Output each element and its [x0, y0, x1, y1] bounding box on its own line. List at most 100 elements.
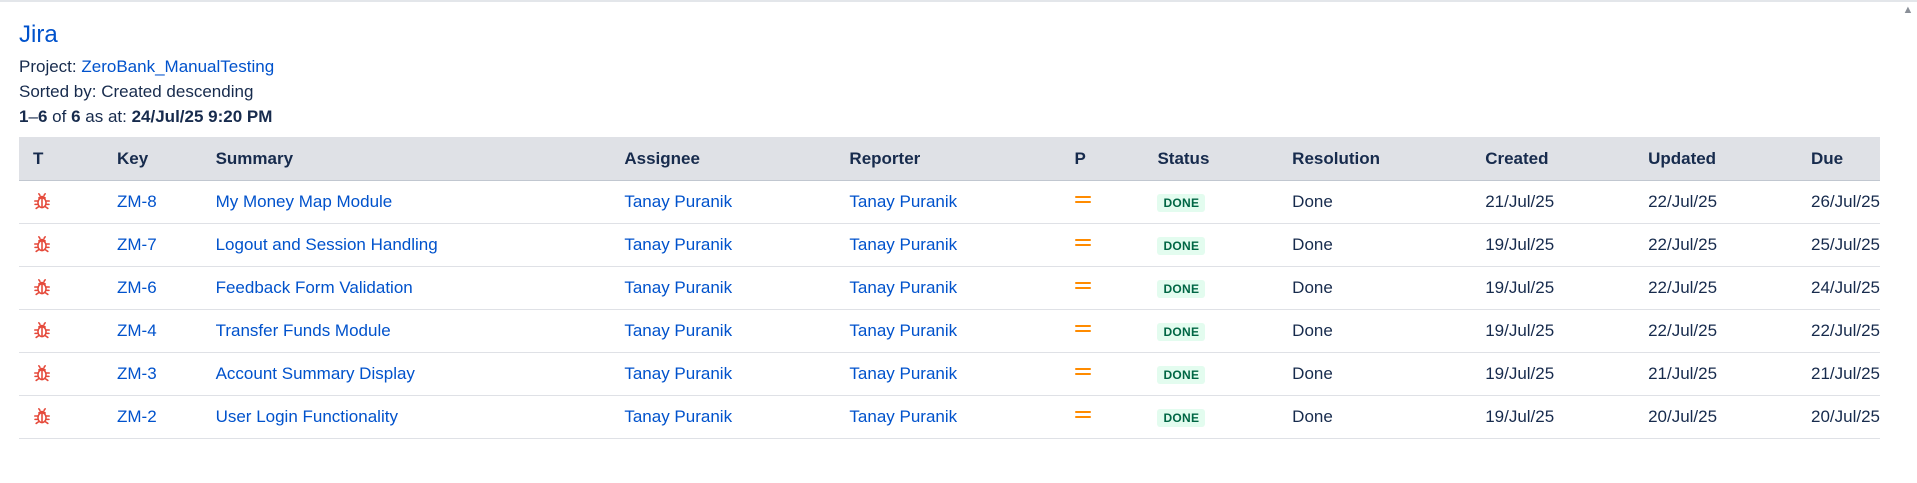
cell-updated: 22/Jul/25	[1634, 223, 1797, 267]
cell-created: 19/Jul/25	[1471, 395, 1635, 439]
as-at-timestamp: 24/Jul/25 9:20 PM	[131, 107, 273, 126]
cell-key: ZM-2	[103, 395, 202, 439]
column-header-reporter[interactable]: Reporter	[835, 137, 1061, 181]
reporter-link[interactable]: Tanay Puranik	[849, 278, 957, 297]
assignee-link[interactable]: Tanay Puranik	[624, 192, 732, 211]
cell-created: 19/Jul/25	[1471, 309, 1635, 353]
cell-reporter: Tanay Puranik	[835, 180, 1061, 224]
bug-icon[interactable]	[33, 235, 51, 253]
cell-assignee: Tanay Puranik	[610, 309, 836, 353]
cell-priority	[1060, 309, 1144, 353]
issue-key-link[interactable]: ZM-7	[117, 235, 157, 254]
column-header-due[interactable]: Due	[1797, 137, 1880, 181]
issue-key-link[interactable]: ZM-2	[117, 407, 157, 426]
cell-priority	[1060, 180, 1144, 224]
reporter-link[interactable]: Tanay Puranik	[849, 364, 957, 383]
project-line: Project: ZeroBank_ManualTesting	[19, 54, 1881, 79]
app-title-link[interactable]: Jira	[19, 20, 58, 50]
cell-status: DONE	[1143, 309, 1279, 353]
table-row: ZM-2 User Login Functionality Tanay Purani…	[19, 395, 1880, 439]
as-at-text: as at:	[85, 107, 127, 126]
cell-due: 24/Jul/25	[1797, 266, 1880, 310]
status-badge: DONE	[1157, 409, 1206, 427]
issue-summary-link[interactable]: Account Summary Display	[216, 364, 415, 383]
cell-resolution: Done	[1278, 180, 1472, 224]
bug-icon[interactable]	[33, 192, 51, 210]
reporter-link[interactable]: Tanay Puranik	[849, 321, 957, 340]
reporter-link[interactable]: Tanay Puranik	[849, 192, 957, 211]
issue-summary-link[interactable]: Logout and Session Handling	[216, 235, 438, 254]
cell-priority	[1060, 223, 1144, 267]
cell-due: 21/Jul/25	[1797, 352, 1880, 396]
issue-summary-link[interactable]: My Money Map Module	[216, 192, 393, 211]
cell-reporter: Tanay Puranik	[835, 352, 1061, 396]
issue-summary-link[interactable]: Feedback Form Validation	[216, 278, 413, 297]
cell-status: DONE	[1143, 266, 1279, 310]
cell-status: DONE	[1143, 223, 1279, 267]
cell-updated: 21/Jul/25	[1634, 352, 1797, 396]
range-of-text: of	[52, 107, 67, 126]
column-header-priority[interactable]: P	[1060, 137, 1144, 181]
cell-type	[19, 223, 104, 267]
assignee-link[interactable]: Tanay Puranik	[624, 235, 732, 254]
cell-reporter: Tanay Puranik	[835, 223, 1061, 267]
cell-key: ZM-8	[103, 180, 202, 224]
table-header-row: T Key Summary Assignee Reporter P Status…	[19, 137, 1880, 181]
column-header-updated[interactable]: Updated	[1634, 137, 1797, 181]
bug-icon[interactable]	[33, 278, 51, 296]
priority-medium-icon	[1074, 237, 1091, 249]
column-header-type[interactable]: T	[19, 137, 104, 181]
column-header-status[interactable]: Status	[1143, 137, 1279, 181]
range-total: 6	[71, 107, 81, 126]
table-row: ZM-3 Account Summary Display Tanay Puranik…	[19, 352, 1880, 396]
bug-icon[interactable]	[33, 407, 51, 425]
cell-resolution: Done	[1278, 266, 1472, 310]
cell-created: 19/Jul/25	[1471, 266, 1635, 310]
issue-summary-link[interactable]: Transfer Funds Module	[216, 321, 391, 340]
column-header-key[interactable]: Key	[103, 137, 202, 181]
column-header-created[interactable]: Created	[1471, 137, 1635, 181]
column-header-assignee[interactable]: Assignee	[610, 137, 836, 181]
assignee-link[interactable]: Tanay Puranik	[624, 364, 732, 383]
issue-key-link[interactable]: ZM-4	[117, 321, 157, 340]
project-link[interactable]: ZeroBank_ManualTesting	[81, 57, 274, 76]
scroll-up-arrow-icon[interactable]: ▲	[1901, 3, 1915, 17]
cell-updated: 22/Jul/25	[1634, 309, 1797, 353]
issue-key-link[interactable]: ZM-6	[117, 278, 157, 297]
cell-resolution: Done	[1278, 352, 1472, 396]
range-to: 6	[37, 107, 48, 126]
column-header-summary[interactable]: Summary	[201, 137, 611, 181]
bug-icon[interactable]	[33, 364, 51, 382]
reporter-link[interactable]: Tanay Puranik	[849, 407, 957, 426]
table-row: ZM-7 Logout and Session Handling Tanay Pur…	[19, 223, 1880, 267]
cell-type	[19, 309, 104, 353]
priority-medium-icon	[1074, 194, 1091, 206]
issue-key-link[interactable]: ZM-8	[117, 192, 157, 211]
cell-updated: 22/Jul/25	[1634, 180, 1797, 224]
column-header-resolution[interactable]: Resolution	[1278, 137, 1472, 181]
cell-priority	[1060, 352, 1144, 396]
cell-summary: Account Summary Display	[201, 352, 611, 396]
issue-key-link[interactable]: ZM-3	[117, 364, 157, 383]
cell-reporter: Tanay Puranik	[835, 395, 1061, 439]
table-row: ZM-4 Transfer Funds Module Tanay Puranik Ta…	[19, 309, 1880, 353]
cell-due: 26/Jul/25	[1797, 180, 1880, 224]
table-row: ZM-6 Feedback Form Validation Tanay Purani…	[19, 266, 1880, 310]
assignee-link[interactable]: Tanay Puranik	[624, 407, 732, 426]
issue-summary-link[interactable]: User Login Functionality	[216, 407, 398, 426]
cell-status: DONE	[1143, 180, 1279, 224]
bug-icon[interactable]	[33, 321, 51, 339]
assignee-link[interactable]: Tanay Puranik	[624, 321, 732, 340]
cell-key: ZM-7	[103, 223, 202, 267]
cell-type	[19, 352, 104, 396]
reporter-link[interactable]: Tanay Puranik	[849, 235, 957, 254]
issues-table: T Key Summary Assignee Reporter P Status…	[19, 137, 1880, 439]
cell-resolution: Done	[1278, 223, 1472, 267]
cell-key: ZM-3	[103, 352, 202, 396]
priority-medium-icon	[1074, 323, 1091, 335]
assignee-link[interactable]: Tanay Puranik	[624, 278, 732, 297]
cell-updated: 20/Jul/25	[1634, 395, 1797, 439]
cell-reporter: Tanay Puranik	[835, 309, 1061, 353]
cell-created: 19/Jul/25	[1471, 223, 1635, 267]
cell-status: DONE	[1143, 395, 1279, 439]
